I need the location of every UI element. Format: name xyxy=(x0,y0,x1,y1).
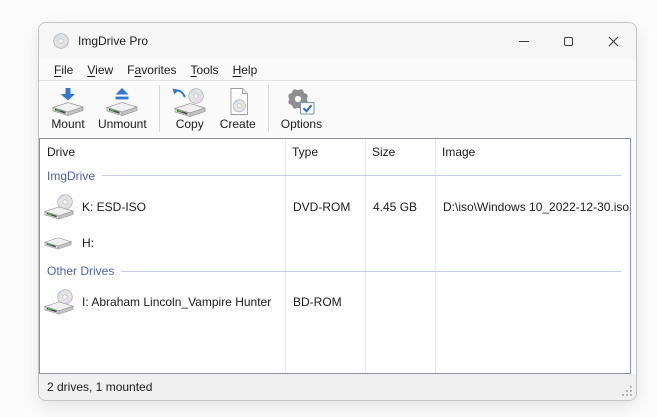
minimize-icon xyxy=(518,40,529,42)
status-text: 2 drives, 1 mounted xyxy=(47,380,153,394)
toolbar: Mount Unmount Copy Create Options xyxy=(39,80,636,138)
drive-with-disc-icon xyxy=(44,193,74,220)
group-label: ImgDrive xyxy=(47,168,96,183)
drive-with-disc-icon xyxy=(44,288,74,315)
copy-button[interactable]: Copy xyxy=(166,85,214,133)
toolbar-separator xyxy=(158,85,160,132)
drive-name: K: ESD-ISO xyxy=(82,200,147,214)
drive-row-i[interactable]: I: Abraham Lincoln_Vampire Hunter BD-ROM xyxy=(40,283,630,321)
titlebar: ImgDrive Pro xyxy=(39,23,636,59)
menu-view[interactable]: View xyxy=(80,61,120,79)
column-header-type[interactable]: Type xyxy=(285,145,365,159)
app-disc-icon xyxy=(53,33,69,49)
list-header: Drive Type Size Image xyxy=(40,139,630,164)
menu-favorites[interactable]: Favorites xyxy=(120,61,183,79)
copy-disc-arrow-icon xyxy=(172,87,206,117)
screen: ImgDrive Pro File View Favorites Tools H… xyxy=(0,0,657,417)
drive-name: H: xyxy=(82,236,94,250)
drive-size xyxy=(365,227,435,259)
unmount-drive-eject-icon xyxy=(106,87,138,116)
create-button[interactable]: Create xyxy=(214,85,262,133)
unmount-button[interactable]: Unmount xyxy=(92,85,153,133)
drive-size: 4.45 GB xyxy=(373,200,418,214)
drive-image-path xyxy=(435,283,630,321)
window-title: ImgDrive Pro xyxy=(78,34,149,48)
window-controls xyxy=(501,23,636,59)
options-button[interactable]: Options xyxy=(275,85,328,133)
toolbar-separator xyxy=(267,85,269,132)
drive-row-k[interactable]: K: ESD-ISO DVD-ROM 4.45 GB D:\iso\Window… xyxy=(40,187,630,227)
create-document-disc-icon xyxy=(230,87,248,115)
maximize-icon xyxy=(564,36,573,46)
resize-grip[interactable] xyxy=(621,385,633,397)
group-label: Other Drives xyxy=(47,264,115,278)
menu-file[interactable]: File xyxy=(47,61,80,79)
column-header-image[interactable]: Image xyxy=(435,145,630,159)
group-header-imgdrive[interactable]: ImgDrive xyxy=(40,164,630,187)
group-rule xyxy=(121,270,621,272)
drive-row-h[interactable]: H: xyxy=(40,227,630,259)
drive-size xyxy=(365,283,435,321)
menu-help[interactable]: Help xyxy=(226,61,265,79)
menu-tools[interactable]: Tools xyxy=(184,61,226,79)
column-header-size[interactable]: Size xyxy=(365,145,435,159)
mount-drive-arrow-down-icon xyxy=(52,87,84,116)
gear-checkbox-icon xyxy=(288,88,315,114)
drive-type xyxy=(285,227,365,259)
drive-type: DVD-ROM xyxy=(293,200,351,214)
statusbar: 2 drives, 1 mounted xyxy=(39,374,636,400)
mount-button[interactable]: Mount xyxy=(44,85,92,133)
close-button[interactable] xyxy=(591,23,636,59)
drive-name: I: Abraham Lincoln_Vampire Hunter xyxy=(82,295,272,309)
drive-type: BD-ROM xyxy=(293,295,342,309)
imgdrive-window: ImgDrive Pro File View Favorites Tools H… xyxy=(38,22,637,401)
group-header-other-drives[interactable]: Other Drives xyxy=(40,259,630,283)
maximize-button[interactable] xyxy=(546,23,591,59)
drive-list: Drive Type Size Image ImgDrive K: ESD-IS… xyxy=(39,138,631,374)
drive-image-path: D:\iso\Windows 10_2022-12-30.iso xyxy=(443,200,630,214)
minimize-button[interactable] xyxy=(501,23,546,59)
group-rule xyxy=(102,175,621,176)
column-header-drive[interactable]: Drive xyxy=(40,145,285,159)
drive-image-path xyxy=(435,227,630,259)
menubar: File View Favorites Tools Help xyxy=(39,59,636,80)
close-icon xyxy=(608,36,619,46)
drive-icon xyxy=(44,237,72,250)
